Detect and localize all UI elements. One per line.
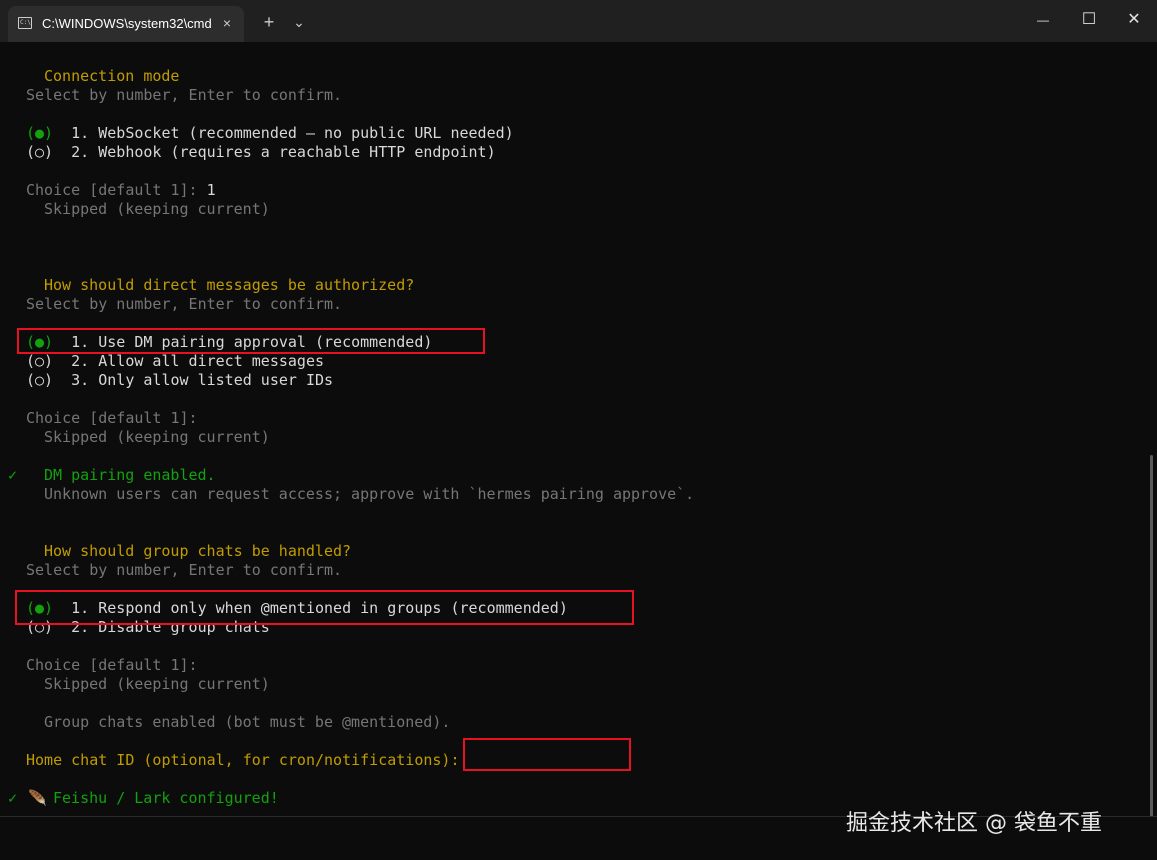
highlight-box-dm-option: [17, 328, 485, 354]
title-bar: C:\ C:\WINDOWS\system32\cmd. × + ⌄ — ☐ ✕: [0, 0, 1157, 42]
connection-choice-line: Choice [default 1]: 1: [26, 181, 216, 200]
tab-dropdown-button[interactable]: ⌄: [285, 8, 313, 36]
highlight-box-group-option: [15, 590, 634, 625]
radio-unselected-icon: (○): [26, 352, 54, 370]
group-status: Group chats enabled (bot must be @mentio…: [44, 713, 451, 731]
connection-option-1: (●) 1. WebSocket (recommended — no publi…: [26, 124, 514, 143]
dm-skipped: Skipped (keeping current): [44, 428, 270, 446]
choice-value: 1: [206, 181, 216, 199]
terminal-output[interactable]: Connection mode Select by number, Enter …: [0, 42, 1157, 860]
group-choice-prompt: Choice [default 1]:: [26, 656, 198, 674]
connection-skipped: Skipped (keeping current): [44, 200, 270, 218]
radio-selected-icon: (●): [26, 124, 54, 142]
option-text: 2. Allow all direct messages: [71, 352, 325, 370]
terminal-tab[interactable]: C:\ C:\WINDOWS\system32\cmd. ×: [8, 6, 244, 42]
group-chats-hint: Select by number, Enter to confirm.: [26, 561, 343, 579]
option-text: 3. Only allow listed user IDs: [71, 371, 334, 389]
maximize-button[interactable]: ☐: [1066, 0, 1112, 40]
dm-auth-hint: Select by number, Enter to confirm.: [26, 295, 343, 313]
dm-auth-heading: How should direct messages be authorized…: [44, 276, 415, 294]
minimize-button[interactable]: —: [1020, 0, 1066, 40]
watermark: 掘金技术社区 @ 袋鱼不重: [846, 811, 1102, 836]
close-window-button[interactable]: ✕: [1111, 0, 1157, 40]
tab-title: C:\WINDOWS\system32\cmd.: [42, 16, 212, 31]
scrollbar[interactable]: [1150, 455, 1153, 817]
final-check-icon: ✓: [8, 789, 18, 807]
connection-option-2: (○) 2. Webhook (requires a reachable HTT…: [26, 143, 496, 162]
new-tab-button[interactable]: +: [255, 8, 283, 36]
radio-unselected-icon: (○): [26, 143, 54, 161]
choice-prompt: Choice [default 1]:: [26, 181, 198, 199]
dm-option-3: (○) 3. Only allow listed user IDs: [26, 371, 333, 390]
dm-result: DM pairing enabled.: [44, 466, 216, 484]
connection-mode-heading: Connection mode: [44, 67, 180, 85]
final-message: Feishu / Lark configured!: [53, 789, 279, 807]
radio-unselected-icon: (○): [26, 371, 54, 389]
dm-option-2: (○) 2. Allow all direct messages: [26, 352, 324, 371]
option-text: 2. Webhook (requires a reachable HTTP en…: [71, 143, 496, 161]
group-skipped: Skipped (keeping current): [44, 675, 270, 693]
cmd-icon: C:\: [18, 17, 32, 29]
tab-close-button[interactable]: ×: [218, 14, 236, 32]
group-chats-heading: How should group chats be handled?: [44, 542, 352, 560]
feather-icon: 🪶: [28, 789, 47, 807]
connection-mode-hint: Select by number, Enter to confirm.: [26, 86, 343, 104]
dm-result-note: Unknown users can request access; approv…: [44, 485, 695, 503]
dm-choice-prompt: Choice [default 1]:: [26, 409, 198, 427]
check-icon: ✓: [8, 466, 18, 484]
highlight-box-home-chat-input: [463, 738, 631, 771]
option-text: 1. WebSocket (recommended — no public UR…: [71, 124, 514, 142]
home-chat-prompt: Home chat ID (optional, for cron/notific…: [26, 751, 460, 769]
